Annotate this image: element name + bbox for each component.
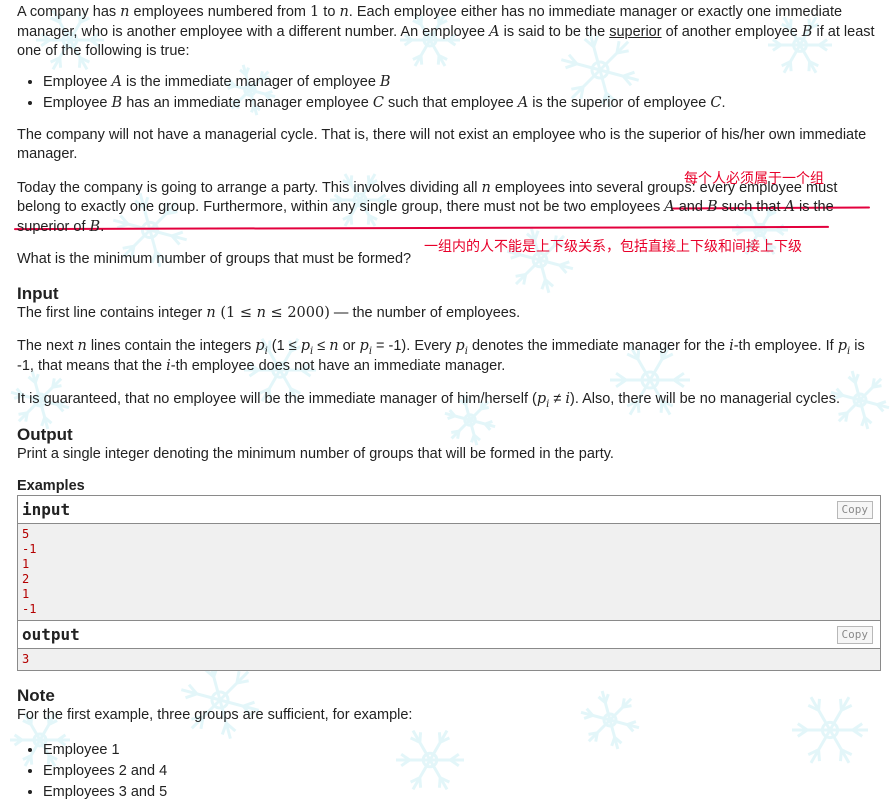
sample-output-text: 3: [22, 652, 30, 666]
input-line-2: The next n lines contain the integers pi…: [17, 338, 865, 374]
input-line-1: The first line contains integer n (1 ≤ n…: [17, 304, 521, 321]
superior-conditions-list: Employee A is the immediate manager of e…: [17, 72, 883, 114]
sample-input-text: 5 -1 1 2 1 -1: [22, 527, 37, 616]
sample-output-box: output Copy 3: [17, 621, 881, 671]
copy-input-button[interactable]: Copy: [836, 501, 873, 519]
list-item: Employees 3 and 5: [43, 782, 883, 803]
copy-output-button[interactable]: Copy: [836, 626, 873, 644]
sample-input-header: input Copy: [18, 496, 880, 524]
statement-paragraph-3: Today the company is going to arrange a …: [17, 179, 838, 235]
statement-question: What is the minimum number of groups tha…: [17, 251, 412, 267]
superior-term: superior: [609, 23, 662, 40]
list-item: Employees 2 and 4: [43, 761, 883, 782]
sample-input-box: input Copy 5 -1 1 2 1 -1: [17, 495, 881, 621]
output-description: Print a single integer denoting the mini…: [17, 445, 614, 462]
input-section-title: Input: [17, 283, 59, 303]
output-section-title: Output: [17, 424, 73, 444]
input-line-3: It is guaranteed, that no employee will …: [17, 391, 841, 410]
sample-input-title: input: [22, 500, 71, 519]
list-item: Employee B has an immediate manager empl…: [43, 93, 883, 114]
note-section-title: Note: [17, 686, 55, 705]
list-item: Employee A is the immediate manager of e…: [43, 72, 883, 93]
note-text: For the first example, three groups are …: [17, 707, 413, 723]
examples-title: Examples: [17, 478, 85, 494]
statement-paragraph-2: The company will not have a managerial c…: [17, 126, 867, 163]
sample-output-header: output Copy: [18, 621, 880, 649]
note-example-list: Employee 1 Employees 2 and 4 Employees 3…: [17, 740, 883, 803]
statement-paragraph-1: A company has n employees numbered from …: [17, 4, 875, 59]
list-item: Employee 1: [43, 740, 883, 761]
problem-statement: A company has n employees numbered from …: [0, 0, 883, 803]
sample-output-title: output: [22, 625, 80, 644]
